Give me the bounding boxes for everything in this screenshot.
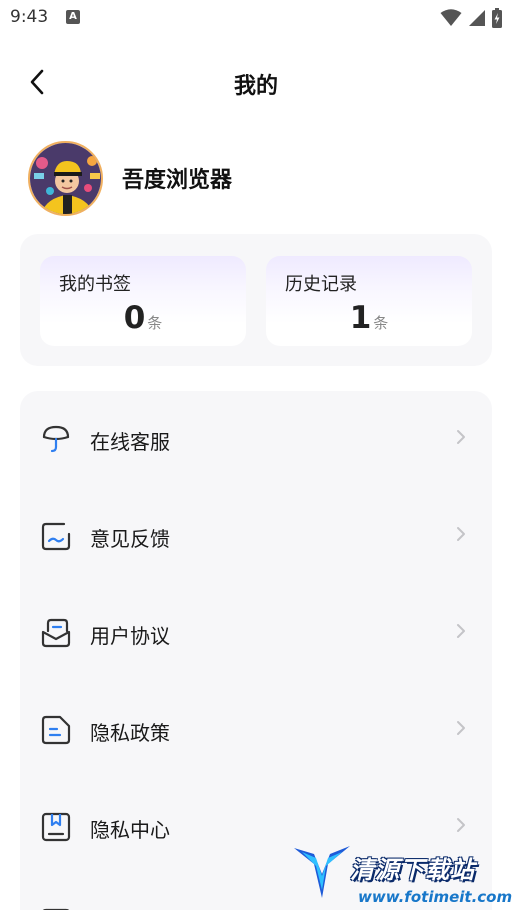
- stat-label: 我的书签: [59, 274, 131, 295]
- menu-item-customer-service[interactable]: 在线客服: [20, 391, 492, 488]
- history-stat[interactable]: 历史记录 1条: [266, 256, 472, 346]
- page-header: 我的: [0, 56, 512, 108]
- chevron-right-icon: [457, 430, 465, 444]
- menu-item-label: 隐私政策: [90, 721, 170, 745]
- status-indicators: [440, 8, 502, 28]
- stat-unit: 条: [373, 314, 389, 332]
- chevron-right-icon: [457, 721, 465, 735]
- stats-card: 我的书签 0条 历史记录 1条: [20, 234, 492, 366]
- menu-item-feedback[interactable]: 意见反馈: [20, 488, 492, 585]
- notification-icon: A: [66, 10, 80, 24]
- avatar-image: [30, 142, 101, 214]
- profile-name: 吾度浏览器: [122, 168, 233, 193]
- chevron-right-icon: [457, 527, 465, 541]
- menu-item-label: 用户协议: [90, 624, 170, 648]
- stat-unit: 条: [147, 314, 163, 332]
- user-agreement-icon: [41, 618, 71, 648]
- battery-icon: [492, 8, 502, 28]
- stat-value: 1条: [266, 300, 472, 336]
- status-bar: 9:43 A: [0, 0, 512, 36]
- stat-number: 1: [349, 300, 372, 336]
- watermark-url: www.fotimeit.com: [358, 888, 512, 906]
- bookmarks-stat[interactable]: 我的书签 0条: [40, 256, 246, 346]
- avatar[interactable]: [28, 140, 103, 216]
- watermark-title: 清源下载站: [350, 856, 475, 884]
- menu-item-label: 意见反馈: [90, 527, 170, 551]
- privacy-policy-icon: [41, 715, 71, 745]
- wifi-icon: [440, 9, 462, 26]
- chevron-right-icon: [457, 818, 465, 832]
- menu-item-label: 在线客服: [90, 430, 170, 454]
- stat-number: 0: [123, 300, 146, 336]
- menu-card: 在线客服 意见反馈 用户协议 隐私政策 隐私中心: [20, 391, 492, 910]
- stat-value: 0条: [40, 300, 246, 336]
- menu-item-label: 隐私中心: [90, 818, 170, 842]
- profile-section[interactable]: 吾度浏览器: [28, 140, 232, 216]
- menu-item-user-agreement[interactable]: 用户协议: [20, 585, 492, 682]
- page-title: 我的: [233, 74, 278, 99]
- customer-service-icon: [42, 425, 70, 453]
- signal-icon: [469, 10, 485, 26]
- watermark: 清源下载站 www.fotimeit.com: [292, 840, 512, 910]
- watermark-logo-icon: [294, 846, 350, 898]
- feedback-icon: [41, 522, 71, 551]
- stat-label: 历史记录: [285, 274, 357, 295]
- privacy-center-icon: [41, 812, 71, 842]
- menu-item-privacy-policy[interactable]: 隐私政策: [20, 682, 492, 779]
- status-time: 9:43: [10, 7, 49, 27]
- chevron-right-icon: [457, 624, 465, 638]
